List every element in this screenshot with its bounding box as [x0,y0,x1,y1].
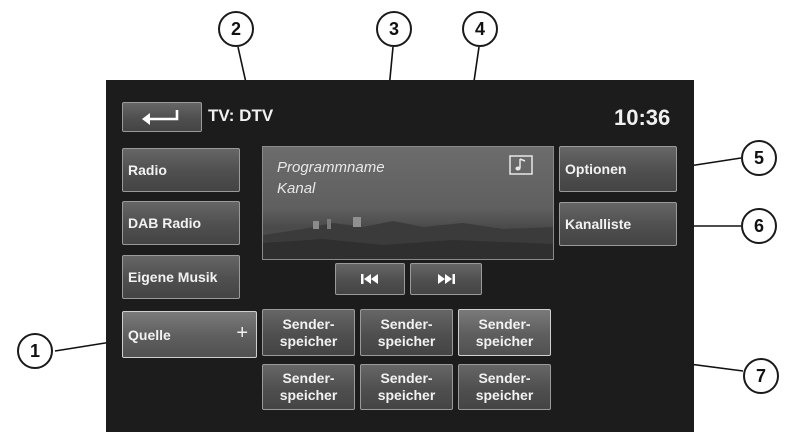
preset-label: Sender- speicher [377,315,436,349]
sidebar-item-label: DAB Radio [128,215,202,231]
preset-label: Sender- speicher [475,315,534,349]
preset-label: Sender- speicher [279,315,338,349]
sidebar-item-dab-radio[interactable]: DAB Radio [122,201,240,245]
preset-button-5[interactable]: Sender- speicher [360,364,453,410]
channel-list-button[interactable]: Kanalliste [559,202,677,246]
options-label: Optionen [565,161,627,177]
callout-2: 2 [218,11,254,47]
channel-name: Kanal [277,180,316,197]
programme-name: Programmname [277,159,385,176]
preset-label: Sender- speicher [279,370,338,403]
source-label: Quelle [128,326,171,343]
music-note-icon [509,155,533,175]
clock: 10:36 [614,105,671,130]
preset-button-4[interactable]: Sender- speicher [262,364,355,410]
video-preview: Programmname Kanal [262,146,554,260]
sidebar-item-label: Radio [128,162,167,178]
source-button[interactable]: Quelle + [122,311,257,358]
callout-1: 1 [17,333,53,369]
skip-next-icon [438,274,455,284]
back-arrow-icon [142,110,179,125]
back-button[interactable] [122,102,202,132]
callout-5: 5 [741,140,777,176]
sidebar-item-eigene-musik[interactable]: Eigene Musik [122,255,240,299]
previous-button[interactable] [335,263,405,295]
sidebar-item-label: Eigene Musik [128,269,218,285]
preset-button-2[interactable]: Sender- speicher [360,309,453,356]
preset-label: Sender- speicher [377,370,436,403]
skip-previous-icon [361,274,378,284]
callout-6: 6 [741,208,777,244]
sidebar-item-radio[interactable]: Radio [122,148,240,192]
callout-4: 4 [462,11,498,47]
preset-button-1[interactable]: Sender- speicher [262,309,355,356]
preset-button-6[interactable]: Sender- speicher [458,364,551,410]
preset-label: Sender- speicher [475,370,534,403]
callout-3: 3 [376,11,412,47]
preset-button-3[interactable]: Sender- speicher [458,309,551,356]
plus-icon: + [236,322,248,344]
source-title: TV: DTV [208,106,274,125]
channel-list-label: Kanalliste [565,216,632,232]
next-button[interactable] [410,263,482,295]
options-button[interactable]: Optionen [559,146,677,192]
callout-7: 7 [743,358,779,394]
